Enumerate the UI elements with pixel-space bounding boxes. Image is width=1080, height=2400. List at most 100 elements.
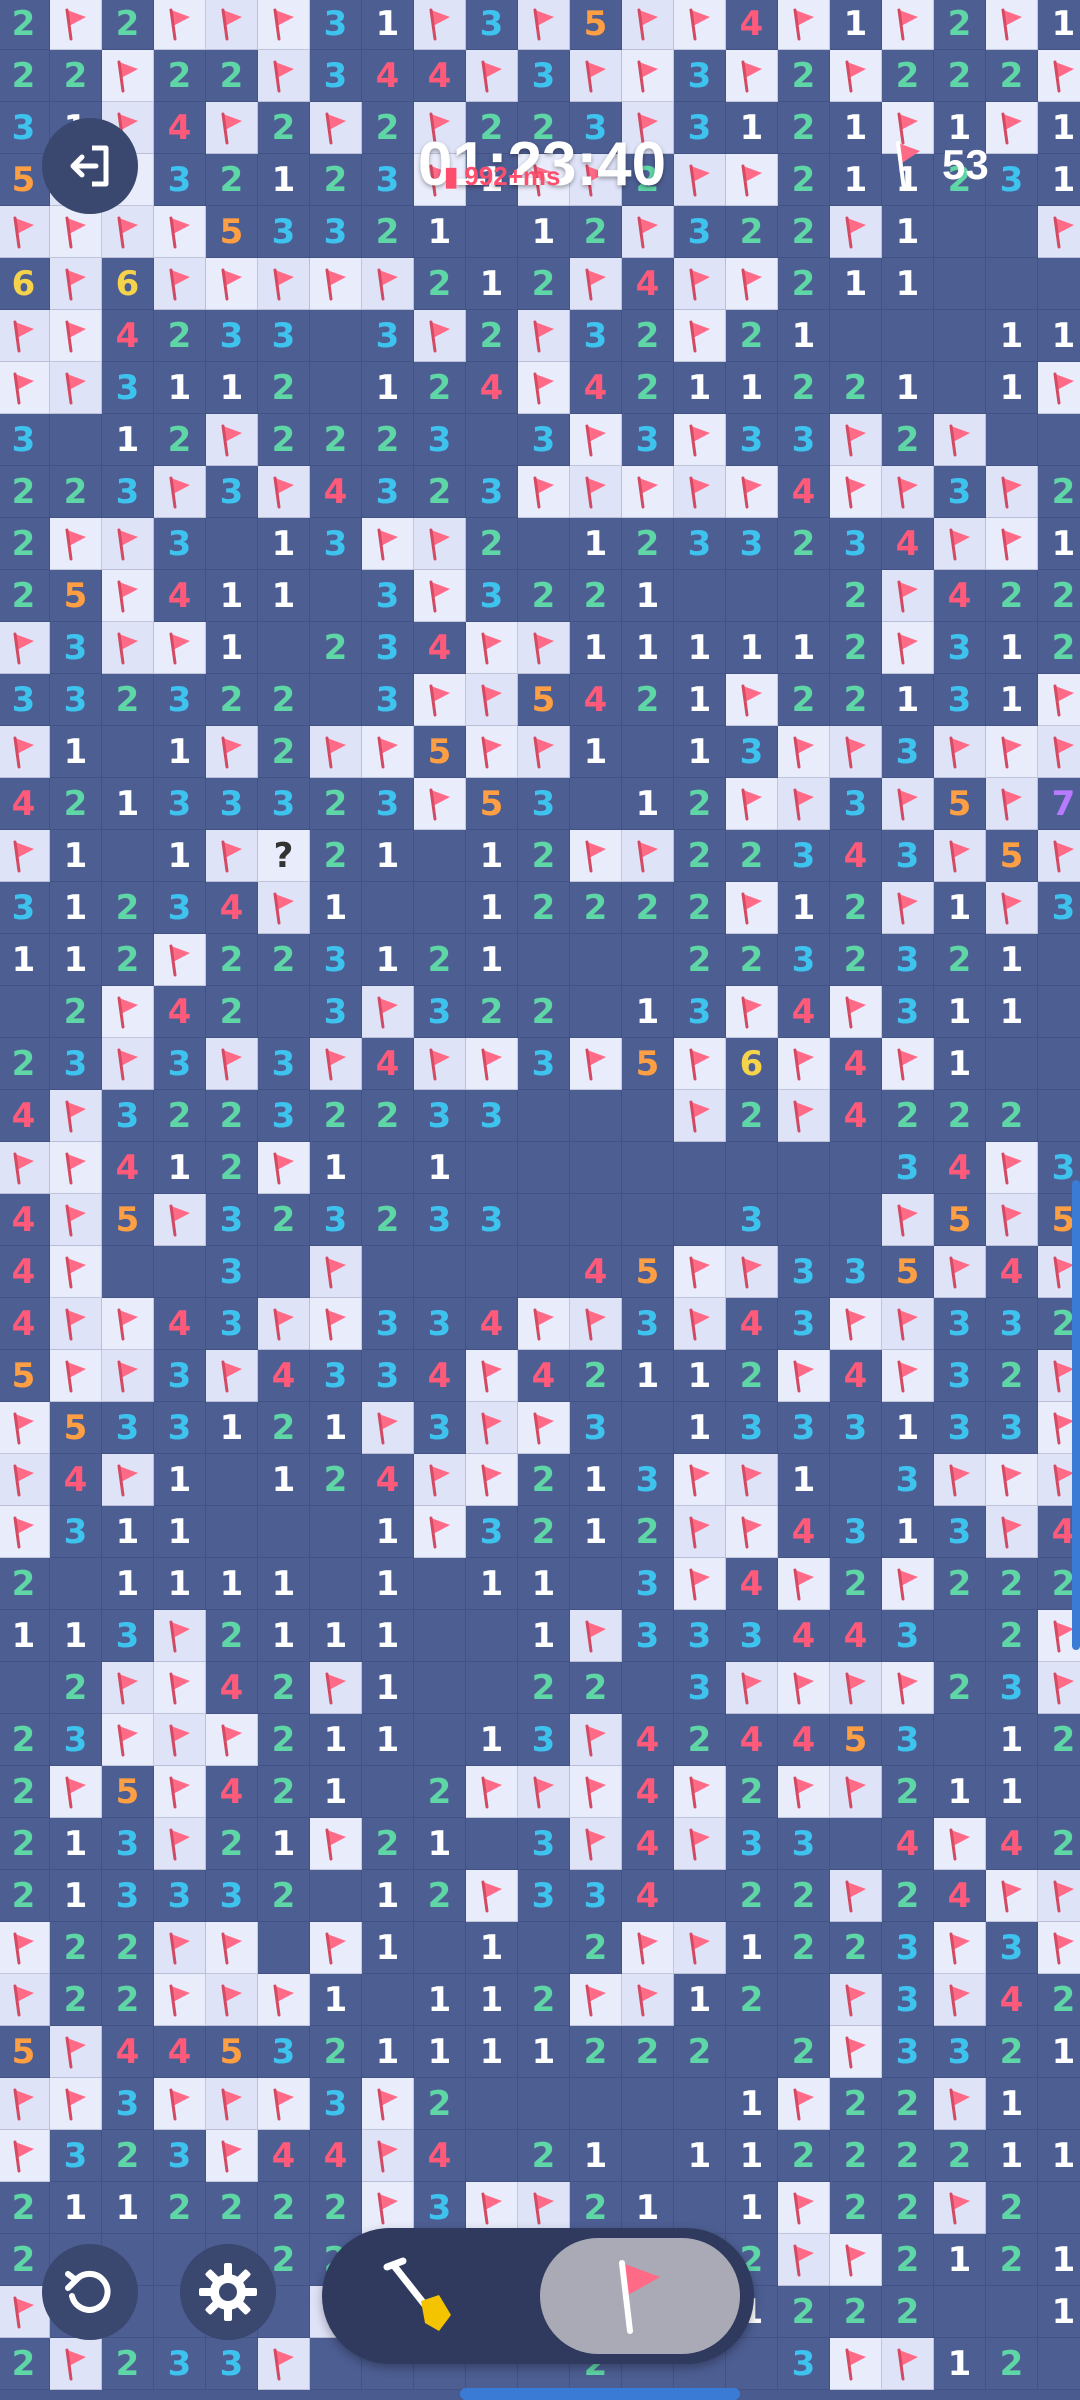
empty-cell[interactable] xyxy=(986,414,1038,466)
number-cell[interactable]: 1 xyxy=(102,1558,154,1610)
number-cell[interactable]: 2 xyxy=(570,570,622,622)
number-cell[interactable]: 3 xyxy=(934,1506,986,1558)
empty-cell[interactable] xyxy=(154,1246,206,1298)
number-cell[interactable]: 1 xyxy=(466,1922,518,1974)
flagged-cell[interactable] xyxy=(882,778,934,830)
number-cell[interactable]: 1 xyxy=(518,206,570,258)
empty-cell[interactable] xyxy=(934,1714,986,1766)
empty-cell[interactable] xyxy=(778,1194,830,1246)
number-cell[interactable]: 2 xyxy=(310,1454,362,1506)
number-cell[interactable]: 2 xyxy=(830,934,882,986)
flagged-cell[interactable] xyxy=(0,830,50,882)
number-cell[interactable]: 1 xyxy=(154,830,206,882)
flagged-cell[interactable] xyxy=(0,622,50,674)
flagged-cell[interactable] xyxy=(778,1090,830,1142)
number-cell[interactable]: 3 xyxy=(466,1194,518,1246)
number-cell[interactable]: 3 xyxy=(934,674,986,726)
flagged-cell[interactable] xyxy=(0,726,50,778)
number-cell[interactable]: 3 xyxy=(154,518,206,570)
flagged-cell[interactable] xyxy=(206,102,258,154)
number-cell[interactable]: 1 xyxy=(310,1766,362,1818)
number-cell[interactable]: 2 xyxy=(622,1506,674,1558)
flagged-cell[interactable] xyxy=(518,362,570,414)
number-cell[interactable]: 2 xyxy=(934,50,986,102)
number-cell[interactable]: 3 xyxy=(830,518,882,570)
number-cell[interactable]: 4 xyxy=(414,622,466,674)
flagged-cell[interactable] xyxy=(414,1506,466,1558)
flagged-cell[interactable] xyxy=(102,1454,154,1506)
number-cell[interactable]: 2 xyxy=(258,1714,310,1766)
flagged-cell[interactable] xyxy=(830,2026,882,2078)
flagged-cell[interactable] xyxy=(986,1454,1038,1506)
number-cell[interactable]: 2 xyxy=(830,622,882,674)
flagged-cell[interactable] xyxy=(882,0,934,50)
number-cell[interactable]: 2 xyxy=(0,50,50,102)
flagged-cell[interactable] xyxy=(0,2130,50,2182)
number-cell[interactable]: 2 xyxy=(726,830,778,882)
number-cell[interactable]: 1 xyxy=(934,882,986,934)
flagged-cell[interactable] xyxy=(258,2338,310,2390)
flagged-cell[interactable] xyxy=(206,0,258,50)
number-cell[interactable]: 3 xyxy=(986,1922,1038,1974)
number-cell[interactable]: 3 xyxy=(50,674,102,726)
vertical-scroll-indicator[interactable] xyxy=(1072,1180,1080,1650)
flagged-cell[interactable] xyxy=(258,50,310,102)
number-cell[interactable]: 3 xyxy=(726,414,778,466)
empty-cell[interactable] xyxy=(674,570,726,622)
number-cell[interactable]: 4 xyxy=(206,882,258,934)
empty-cell[interactable] xyxy=(206,1454,258,1506)
number-cell[interactable]: 3 xyxy=(934,622,986,674)
number-cell[interactable]: 4 xyxy=(830,830,882,882)
number-cell[interactable]: 3 xyxy=(778,414,830,466)
flagged-cell[interactable] xyxy=(778,1662,830,1714)
number-cell[interactable]: 2 xyxy=(258,102,310,154)
number-cell[interactable]: 2 xyxy=(258,674,310,726)
number-cell[interactable]: 2 xyxy=(0,1714,50,1766)
flagged-cell[interactable] xyxy=(778,2234,830,2286)
number-cell[interactable]: 3 xyxy=(258,310,310,362)
number-cell[interactable]: 4 xyxy=(310,2130,362,2182)
number-cell[interactable]: 3 xyxy=(882,1714,934,1766)
number-cell[interactable]: 1 xyxy=(726,622,778,674)
flagged-cell[interactable] xyxy=(466,2182,518,2234)
empty-cell[interactable] xyxy=(258,986,310,1038)
number-cell[interactable]: 2 xyxy=(778,1870,830,1922)
empty-cell[interactable] xyxy=(1038,1038,1080,1090)
empty-cell[interactable] xyxy=(258,1922,310,1974)
number-cell[interactable]: 1 xyxy=(674,1974,726,2026)
flagged-cell[interactable] xyxy=(362,2182,414,2234)
flagged-cell[interactable] xyxy=(102,50,154,102)
flagged-cell[interactable] xyxy=(102,206,154,258)
number-cell[interactable]: 3 xyxy=(50,622,102,674)
number-cell[interactable]: 3 xyxy=(1038,882,1080,934)
flagged-cell[interactable] xyxy=(414,1454,466,1506)
flagged-cell[interactable] xyxy=(362,986,414,1038)
flagged-cell[interactable] xyxy=(830,466,882,518)
number-cell[interactable]: 4 xyxy=(778,1714,830,1766)
number-cell[interactable]: 3 xyxy=(882,1922,934,1974)
number-cell[interactable]: 2 xyxy=(518,882,570,934)
number-cell[interactable]: 1 xyxy=(102,2182,154,2234)
flagged-cell[interactable] xyxy=(622,50,674,102)
empty-cell[interactable] xyxy=(206,1506,258,1558)
flagged-cell[interactable] xyxy=(310,1038,362,1090)
number-cell[interactable]: 1 xyxy=(154,726,206,778)
flagged-cell[interactable] xyxy=(0,1402,50,1454)
number-cell[interactable]: 2 xyxy=(778,154,830,206)
empty-cell[interactable] xyxy=(362,1766,414,1818)
number-cell[interactable]: 4 xyxy=(986,1246,1038,1298)
number-cell[interactable]: 2 xyxy=(414,258,466,310)
number-cell[interactable]: 1 xyxy=(934,1766,986,1818)
number-cell[interactable]: 2 xyxy=(102,0,154,50)
number-cell[interactable]: 1 xyxy=(258,1610,310,1662)
number-cell[interactable]: 2 xyxy=(830,2130,882,2182)
number-cell[interactable]: 1 xyxy=(466,1558,518,1610)
flagged-cell[interactable] xyxy=(934,1974,986,2026)
flagged-cell[interactable] xyxy=(50,1766,102,1818)
flagged-cell[interactable] xyxy=(934,830,986,882)
number-cell[interactable]: 3 xyxy=(154,154,206,206)
number-cell[interactable]: 4 xyxy=(726,1558,778,1610)
number-cell[interactable]: 4 xyxy=(258,1350,310,1402)
flagged-cell[interactable] xyxy=(570,1610,622,1662)
number-cell[interactable]: 3 xyxy=(154,1402,206,1454)
